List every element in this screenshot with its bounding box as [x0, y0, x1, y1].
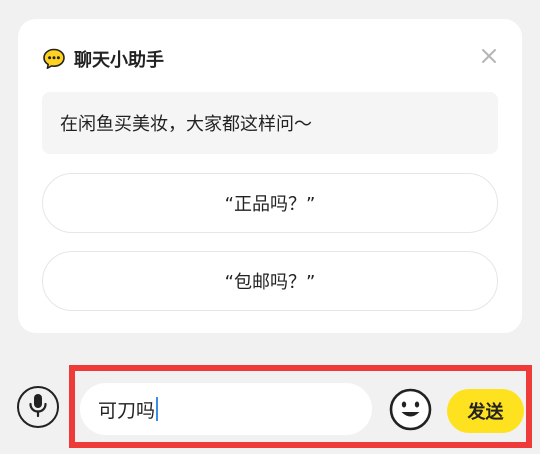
message-input[interactable]: 可刀吗 — [80, 383, 372, 435]
suggestion-label: “正品吗？” — [224, 194, 316, 215]
card-title: 聊天小助手 — [74, 50, 164, 71]
voice-input-button[interactable] — [17, 386, 59, 428]
suggestion-label: “包邮吗？” — [224, 272, 316, 293]
microphone-icon — [27, 392, 49, 422]
emoji-button[interactable] — [389, 388, 432, 431]
chat-assistant-card: 聊天小助手 在闲鱼买美妆，大家都这样问～ “正品吗？” “包邮吗？” — [18, 19, 522, 333]
send-button[interactable]: 发送 — [447, 389, 524, 433]
suggestion-authentic[interactable]: “正品吗？” — [42, 173, 498, 233]
card-header: 聊天小助手 — [42, 44, 164, 74]
tip-text: 在闲鱼买美妆，大家都这样问～ — [60, 114, 312, 135]
tip-box: 在闲鱼买美妆，大家都这样问～ — [42, 92, 498, 154]
chat-bubble-icon — [42, 47, 66, 71]
text-caret — [156, 397, 159, 421]
smiley-icon — [389, 388, 432, 435]
close-icon — [481, 48, 497, 68]
suggestion-free-shipping[interactable]: “包邮吗？” — [42, 251, 498, 311]
send-label: 发送 — [467, 402, 504, 423]
close-button[interactable] — [478, 47, 500, 69]
message-input-value: 可刀吗 — [98, 399, 156, 422]
